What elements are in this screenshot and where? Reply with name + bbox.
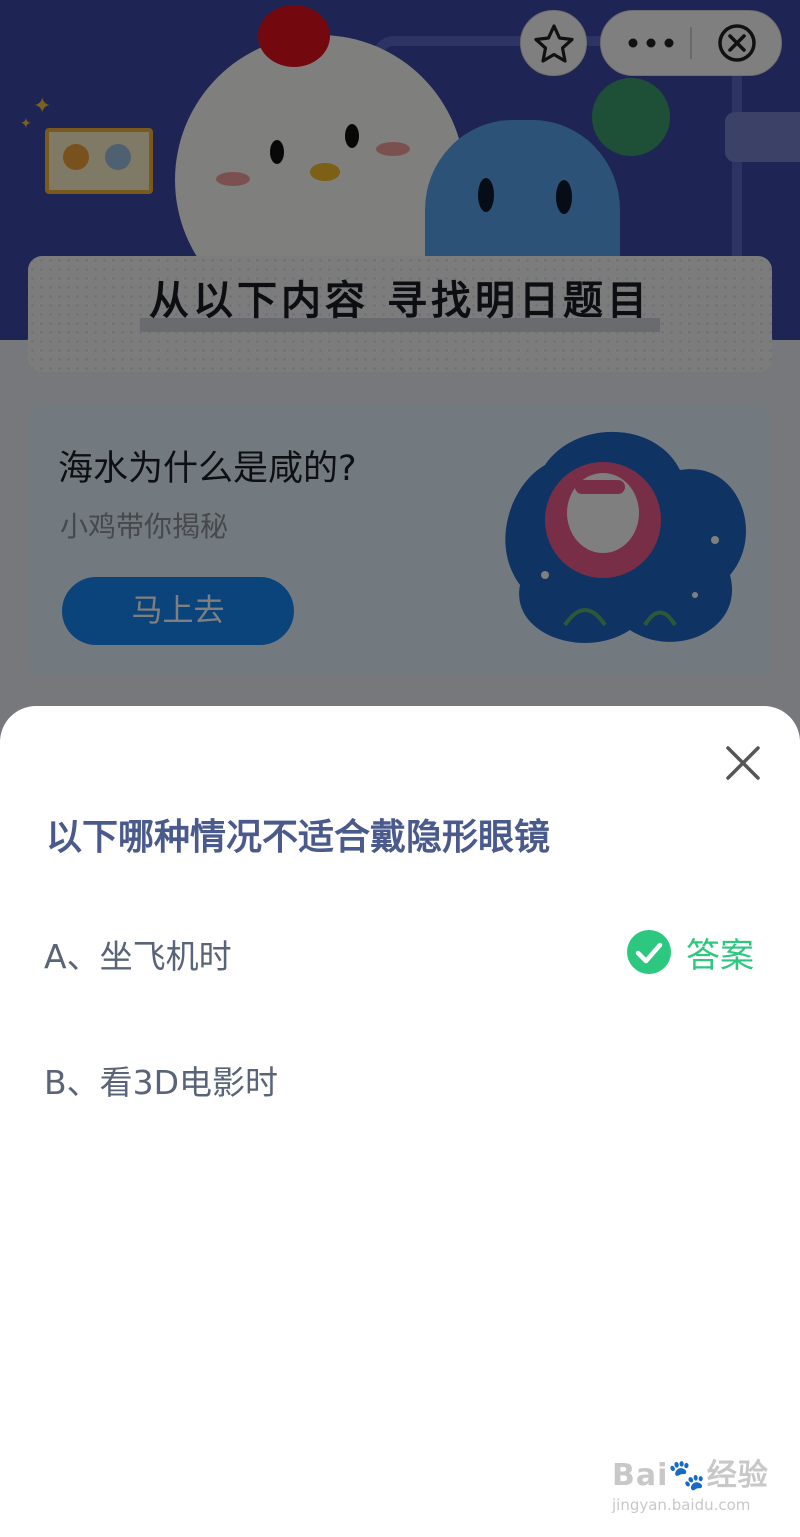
watermark-main-cn: 经验 [706, 1458, 769, 1493]
option-b[interactable]: B、看3D电影时 [44, 1056, 278, 1104]
paw-icon: 🐾 [668, 1458, 707, 1493]
answer-badge: 答案 [626, 928, 754, 976]
dim-overlay[interactable] [0, 0, 800, 740]
watermark-sub: jingyan.baidu.com [612, 1496, 751, 1514]
close-icon[interactable] [722, 742, 764, 784]
option-a[interactable]: A、坐飞机时 [44, 930, 232, 978]
watermark-main: Bai [612, 1458, 669, 1493]
answer-label: 答案 [686, 935, 754, 976]
check-circle-icon [627, 930, 671, 974]
question-title: 以下哪种情况不适合戴隐形眼镜 [46, 817, 551, 858]
watermark: Bai🐾经验 jingyan.baidu.com [612, 1450, 769, 1514]
